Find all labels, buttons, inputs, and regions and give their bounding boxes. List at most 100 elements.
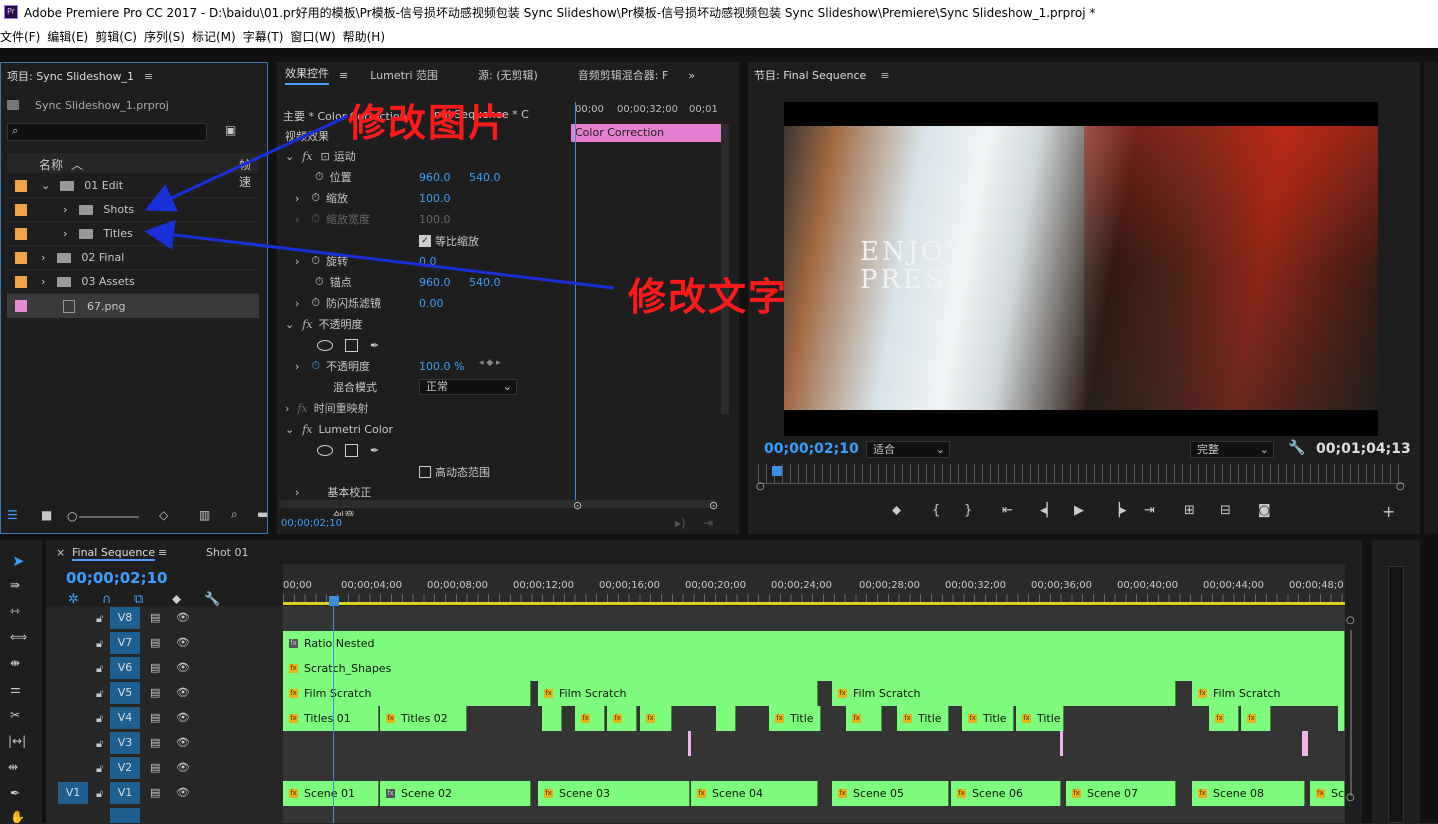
clip-pink-sliver[interactable] <box>1302 731 1308 756</box>
clip-title-short[interactable]: fx <box>846 706 882 731</box>
play-icon[interactable]: ▶ <box>1074 503 1084 518</box>
wrench-settings-icon[interactable]: 🔧 <box>1288 440 1305 456</box>
panel-menu-icon[interactable]: ≡ <box>158 546 167 559</box>
selection-tool-icon[interactable]: ➤ <box>12 552 25 570</box>
expand-chevron-icon[interactable]: › <box>295 486 299 499</box>
scroll-handle-bottom[interactable]: ○ <box>1346 792 1355 803</box>
nest-toggle-icon[interactable]: ✲ <box>68 592 79 607</box>
timeline-settings-wrench-icon[interactable]: 🔧 <box>204 592 220 607</box>
lock-icon[interactable]: 🔓︎ <box>96 762 103 776</box>
label-color-swatch[interactable] <box>15 300 27 312</box>
track-target-v3[interactable]: V3 <box>110 732 140 754</box>
keyframe-nav-icon[interactable]: ◂ ◆ ▸ <box>479 358 501 368</box>
zoom-slider-handle[interactable]: ○ <box>67 509 77 523</box>
stopwatch-icon[interactable]: ⏱ <box>315 275 324 289</box>
lock-icon[interactable]: 🔓︎ <box>96 787 103 801</box>
clip-title[interactable]: fx Title <box>897 706 949 731</box>
linked-selection-icon[interactable]: ⧉ <box>134 592 143 607</box>
column-name-header[interactable]: 名称 <box>39 156 63 173</box>
label-color-swatch[interactable] <box>15 227 27 240</box>
timeline-playhead-line[interactable] <box>333 604 334 823</box>
fx-badge-icon[interactable]: fx <box>302 318 312 331</box>
menu-window[interactable]: 窗口(W) <box>290 28 342 45</box>
project-item-shots[interactable]: › Shots <box>7 198 259 222</box>
expand-chevron-icon[interactable]: › <box>295 255 299 268</box>
menu-title[interactable]: 字幕(T) <box>243 28 291 45</box>
lock-icon[interactable]: 🔓︎ <box>96 662 103 676</box>
sync-lock-icon[interactable]: ▤ <box>150 736 160 749</box>
blend-mode-dropdown[interactable]: 正常 ⌄ <box>419 379 517 395</box>
tab-lumetri-scopes[interactable]: Lumetri 范围 <box>370 67 438 83</box>
sort-ascending-icon[interactable]: ︿ <box>71 156 83 173</box>
track-target-v2[interactable]: V2 <box>110 757 140 779</box>
clip-scene-07[interactable]: fx Scene 07 <box>1066 781 1176 806</box>
snap-magnet-icon[interactable]: ∩ <box>102 592 112 607</box>
clip-scene-09[interactable]: fx Sc <box>1310 781 1345 806</box>
clip-scene-03[interactable]: fx Scene 03 <box>538 781 690 806</box>
expand-chevron-icon[interactable]: ⌄ <box>285 150 294 163</box>
tab-shot-01[interactable]: Shot 01 <box>206 546 249 559</box>
zoom-slider[interactable] <box>79 516 139 518</box>
mark-out-icon[interactable]: } <box>964 503 972 518</box>
transform-icon[interactable]: ⊡ <box>321 150 330 163</box>
step-back-icon[interactable]: ◂▏ <box>1040 503 1057 518</box>
new-bin-icon[interactable]: ▣ <box>225 123 236 137</box>
add-marker-icon[interactable]: ⬥ <box>892 503 901 518</box>
menu-edit[interactable]: 编辑(E) <box>47 28 95 45</box>
clip-title-short[interactable]: fx <box>607 706 637 731</box>
sync-lock-icon[interactable]: ▤ <box>150 611 160 624</box>
rate-stretch-tool-icon[interactable]: ⇼ <box>10 656 20 670</box>
slide-tool-icon[interactable]: ⇹ <box>8 760 18 774</box>
find-icon[interactable]: ⌕ <box>231 507 238 522</box>
effect-timeline-ruler[interactable]: 00;00 00;00;32;00 00;01 <box>571 102 721 120</box>
clip-titles-01[interactable]: fx Titles 01 <box>283 706 379 731</box>
expand-chevron-icon[interactable]: ⌄ <box>285 318 294 331</box>
go-to-out-icon[interactable]: ⇥ <box>1144 503 1155 518</box>
sync-lock-icon[interactable]: ▤ <box>150 686 160 699</box>
go-to-in-icon[interactable]: ⇤ <box>1002 503 1013 518</box>
razor-blade-icon[interactable]: ✂ <box>10 708 20 722</box>
slip-tool-icon[interactable]: |↔| <box>8 734 26 748</box>
ripple-edit-tool-icon[interactable]: ⇿ <box>10 604 20 618</box>
eye-icon[interactable]: 👁︎ <box>176 611 190 624</box>
menu-marker[interactable]: 标记(M) <box>192 28 243 45</box>
scroll-track[interactable] <box>1350 630 1352 796</box>
timeline-playhead-handle[interactable] <box>329 596 339 606</box>
zoom-fit-dropdown[interactable]: 适合 ⌄ <box>866 441 950 458</box>
icon-view-icon[interactable]: ■ <box>41 508 52 522</box>
automate-to-sequence-icon[interactable]: ▥ <box>199 508 210 522</box>
position-x-value[interactable]: 960.0 <box>419 171 451 184</box>
project-item-02-final[interactable]: › 02 Final <box>7 246 259 270</box>
clip-scene-04[interactable]: fx Scene 04 <box>691 781 818 806</box>
rotation-value[interactable]: 0.0 <box>419 255 437 268</box>
label-color-swatch[interactable] <box>15 179 27 192</box>
effect-h-scrollbar[interactable] <box>279 500 717 508</box>
zoom-handle-left[interactable]: ○ <box>756 481 765 492</box>
stopwatch-icon[interactable]: ⏱ <box>311 296 320 310</box>
list-view-icon[interactable]: ☰ <box>7 508 18 522</box>
menu-clip[interactable]: 剪辑(C) <box>95 28 144 45</box>
opacity-value[interactable]: 100.0 % <box>419 360 464 373</box>
stopwatch-icon[interactable]: ⏱ <box>315 170 324 184</box>
right-collapsed-panels[interactable] <box>1424 62 1438 534</box>
tab-effect-controls[interactable]: 效果控件 <box>285 65 329 85</box>
audio-track-target-partial[interactable] <box>110 808 140 823</box>
track-target-v6[interactable]: V6 <box>110 657 140 679</box>
hdr-checkbox[interactable] <box>419 466 431 478</box>
anchor-x-value[interactable]: 960.0 <box>419 276 451 289</box>
clip-scene-08[interactable]: fx Scene 08 <box>1192 781 1305 806</box>
expand-chevron-icon[interactable]: ⌄ <box>41 179 50 192</box>
eye-icon[interactable]: 👁︎ <box>176 761 190 774</box>
expand-chevron-icon[interactable]: › <box>295 213 299 226</box>
fx-badge-icon[interactable]: fx <box>297 402 307 415</box>
ellipse-mask-icon[interactable] <box>317 444 333 456</box>
clip-title[interactable]: fx Title <box>769 706 821 731</box>
clip-film-scratch[interactable]: fx Film Scratch <box>538 681 818 706</box>
new-bin-bottom-icon[interactable]: ▬ <box>257 507 268 521</box>
source-patch-v1[interactable]: V1 <box>58 782 88 804</box>
tab-audio-mixer[interactable]: 音频剪辑混合器: F <box>578 67 669 83</box>
clip-titles-02[interactable]: fx Titles 02 <box>380 706 467 731</box>
zoom-handle-right[interactable]: ⊙ <box>709 499 718 512</box>
sync-lock-icon[interactable]: ▤ <box>150 711 160 724</box>
effect-playhead[interactable] <box>575 102 576 502</box>
